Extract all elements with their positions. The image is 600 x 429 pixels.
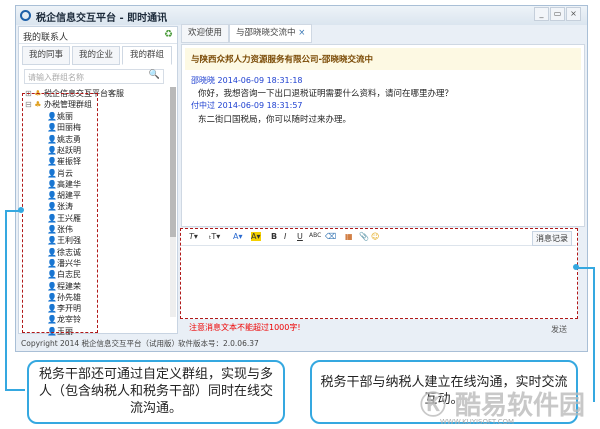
italic-icon[interactable]: I xyxy=(284,232,286,241)
group-search-input[interactable]: 请输入群组名称 🔍 xyxy=(24,69,164,84)
refresh-icon[interactable]: ♻ xyxy=(164,29,173,40)
connector-line xyxy=(5,389,25,391)
maximize-button[interactable]: ▭ xyxy=(550,7,565,21)
version-text: 软件版本号：2.0.06.37 xyxy=(178,339,259,348)
bold-icon[interactable]: B xyxy=(271,232,277,241)
tab-welcome[interactable]: 欢迎使用 xyxy=(181,24,230,43)
format-toolbar: T▾ ₜT▾ A▾ A▾ B I U ABC ⌫ ▦ 📎 ☺ 消息记录 xyxy=(181,229,576,246)
scrollbar[interactable] xyxy=(170,87,176,317)
conversation-header: 与陕西众邦人力资源服务有限公司-邵晓晓交流中 xyxy=(185,48,581,70)
length-warning: 注意消息文本不能超过1000字! xyxy=(189,323,301,332)
attachment-icon[interactable]: 📎 xyxy=(359,232,369,241)
message-history-button[interactable]: 消息记录 xyxy=(532,231,572,246)
message-meta: 邵晓晓 2014-06-09 18:31:18 xyxy=(191,76,303,85)
status-bar: Copyright 2014 税企信息交互平台（试用版） 软件版本号：2.0.0… xyxy=(18,336,587,351)
contacts-title: 我的联系人 xyxy=(23,33,69,43)
tab-enterprises[interactable]: 我的企业 xyxy=(72,46,120,65)
message-text: 你好，我想咨询一下出口退税证明需要什么资料，请问在哪里办理？ xyxy=(198,89,454,99)
watermark-url: WWW.KUYISOFT.COM xyxy=(440,418,515,426)
window-title: 税企信息交互平台 - 即时通讯 xyxy=(36,13,168,24)
underline-icon[interactable]: U xyxy=(297,232,303,241)
image-icon[interactable]: ▦ xyxy=(345,232,353,241)
connector-line xyxy=(5,210,21,212)
tab-conversation[interactable]: 与邵晓晓交流中 × xyxy=(229,24,313,43)
highlight-icon[interactable]: A▾ xyxy=(251,232,261,241)
conversation-panel: 欢迎使用 与邵晓晓交流中 × 与陕西众邦人力资源服务有限公司-邵晓晓交流中 邵晓… xyxy=(180,24,587,335)
message-history: 与陕西众邦人力资源服务有限公司-邵晓晓交流中 邵晓晓 2014-06-09 18… xyxy=(181,44,585,227)
tab-groups[interactable]: 我的群组 xyxy=(122,46,172,65)
close-button[interactable]: × xyxy=(566,7,581,21)
minimize-button[interactable]: _ xyxy=(534,7,549,21)
connector-line xyxy=(5,210,7,390)
search-icon[interactable]: 🔍 xyxy=(149,70,160,80)
search-placeholder: 请输入群组名称 xyxy=(28,73,84,82)
message-editor[interactable]: T▾ ₜT▾ A▾ A▾ B I U ABC ⌫ ▦ 📎 ☺ 消息记录 xyxy=(180,228,578,319)
connector-line xyxy=(593,267,595,402)
emoji-icon[interactable]: ☺ xyxy=(371,232,379,241)
contacts-header: 我的联系人 ♻ xyxy=(19,27,177,44)
font-size-icon[interactable]: ₜT▾ xyxy=(209,232,220,241)
scrollbar-thumb[interactable] xyxy=(170,87,176,237)
group-highlight-box xyxy=(22,93,98,333)
close-tab-icon[interactable]: × xyxy=(298,28,305,38)
app-logo-icon xyxy=(20,10,31,21)
title-bar: 税企信息交互平台 - 即时通讯 _ ▭ × xyxy=(16,6,587,25)
message-text: 东二街口国税局，你可以随时过来办理。 xyxy=(198,115,352,125)
copyright-text: Copyright 2014 税企信息交互平台（试用版） xyxy=(21,339,180,348)
connector-line xyxy=(576,267,594,269)
font-icon[interactable]: T▾ xyxy=(189,232,198,241)
chat-window: 税企信息交互平台 - 即时通讯 _ ▭ × 我的联系人 ♻ 我的同事 我的企业 … xyxy=(15,5,588,352)
tab-colleagues[interactable]: 我的同事 xyxy=(22,46,70,65)
watermark-logo: Ⓚ 酷易软件园 xyxy=(420,391,586,421)
callout-groups: 税务干部还可通过自定义群组，实现与多人（包含纳税人和税务干部）同时在线交流沟通。 xyxy=(27,360,285,424)
clear-format-icon[interactable]: ⌫ xyxy=(325,232,336,241)
message-meta: 付中过 2014-06-09 18:31:57 xyxy=(191,101,303,110)
font-color-icon[interactable]: A▾ xyxy=(233,232,243,241)
send-button[interactable]: 发送 xyxy=(551,324,567,335)
strikethrough-icon[interactable]: ABC xyxy=(309,232,321,239)
